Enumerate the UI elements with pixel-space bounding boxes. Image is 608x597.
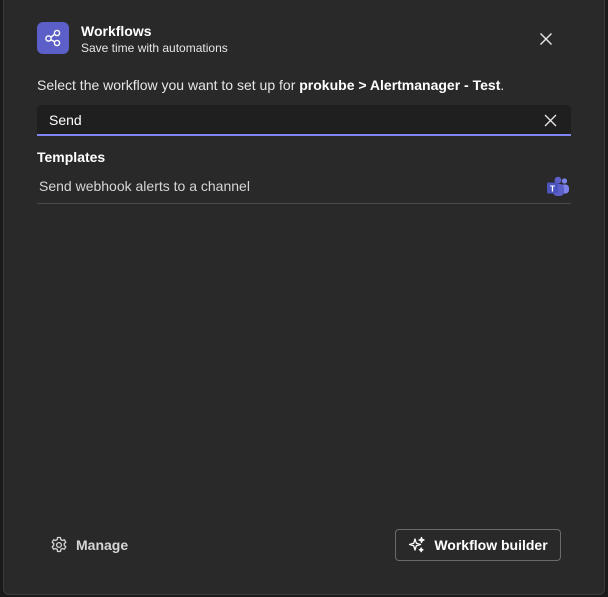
- workflow-builder-button[interactable]: Workflow builder: [395, 529, 561, 561]
- instruction-text: Select the workflow you want to set up f…: [37, 77, 504, 93]
- svg-text:T: T: [550, 183, 556, 193]
- clear-search-button[interactable]: [542, 112, 558, 128]
- workflow-builder-label: Workflow builder: [434, 537, 548, 553]
- workflow-share-icon: [37, 22, 69, 54]
- dialog-subtitle: Save time with automations: [81, 41, 228, 55]
- instruction-prefix: Select the workflow you want to set up f…: [37, 77, 300, 93]
- manage-button[interactable]: Manage: [50, 534, 128, 556]
- close-icon: [540, 33, 552, 45]
- search-box: [37, 105, 571, 136]
- instruction-target: prokube > Alertmanager - Test: [299, 77, 501, 93]
- close-icon: [544, 114, 556, 126]
- search-input[interactable]: [49, 111, 519, 129]
- instruction-suffix: .: [500, 77, 505, 93]
- templates-heading: Templates: [37, 149, 106, 165]
- close-button[interactable]: [535, 28, 557, 50]
- manage-label: Manage: [76, 537, 129, 553]
- template-item[interactable]: Send webhook alerts to a channel T: [37, 171, 571, 204]
- workflows-dialog: Workflows Save time with automations Sel…: [3, 0, 605, 595]
- sparkle-icon: [409, 536, 425, 553]
- gear-icon: [51, 536, 67, 553]
- teams-icon: T: [547, 176, 569, 196]
- dialog-title: Workflows: [81, 23, 152, 39]
- template-label: Send webhook alerts to a channel: [39, 178, 250, 194]
